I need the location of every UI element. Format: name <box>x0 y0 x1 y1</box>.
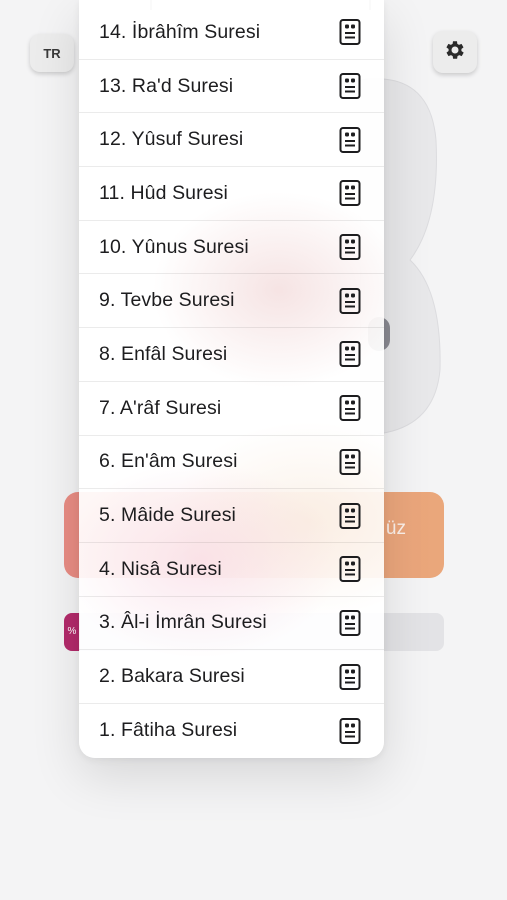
menu-item[interactable]: 13. Ra'd Suresi <box>79 60 384 114</box>
menu-item-label: 9. Tevbe Suresi <box>99 289 235 312</box>
book-icon <box>338 18 362 46</box>
menu-item-label: 6. En'âm Suresi <box>99 450 238 473</box>
language-label: TR <box>43 45 61 61</box>
menu-item[interactable]: 1. Fâtiha Suresi <box>79 704 384 758</box>
menu-item-label: 1. Fâtiha Suresi <box>99 719 238 742</box>
menu-item[interactable]: 12. Yûsuf Suresi <box>79 113 384 168</box>
book-icon <box>338 72 362 100</box>
menu-item[interactable]: 2. Bakara Suresi <box>79 650 384 704</box>
menu-item[interactable]: 9. Tevbe Suresi <box>79 274 384 329</box>
book-icon <box>338 717 362 745</box>
book-icon <box>338 663 362 691</box>
menu-item-label: 2. Bakara Suresi <box>99 665 245 688</box>
progress-badge: % <box>64 613 80 651</box>
menu-item-label: 7. A'râf Suresi <box>99 396 222 419</box>
surah-list: 14. İbrâhîm Suresi 13. Ra'd Suresi 12. Yûs… <box>79 6 384 758</box>
menu-item[interactable]: 7. A'râf Suresi <box>79 382 384 436</box>
menu-item[interactable]: 11. Hûd Suresi <box>79 167 384 221</box>
book-icon <box>338 502 362 530</box>
menu-item-label: 11. Hûd Suresi <box>99 181 228 204</box>
book-icon <box>338 394 362 422</box>
book-icon <box>338 448 362 476</box>
menu-item[interactable]: 6. En'âm Suresi <box>79 436 384 490</box>
menu-item-label: 13. Ra'd Suresi <box>99 74 234 97</box>
menu-item[interactable]: 5. Mâide Suresi <box>79 489 384 543</box>
menu-item-label: 3. Âl-i İmrân Suresi <box>99 611 267 634</box>
menu-item-label: 8. Enfâl Suresi <box>99 342 228 365</box>
menu-item-label: 12. Yûsuf Suresi <box>99 128 244 151</box>
book-icon <box>338 179 362 207</box>
menu-item[interactable]: 14. İbrâhîm Suresi <box>79 6 384 60</box>
book-icon <box>338 609 362 637</box>
menu-item-label: 14. İbrâhîm Suresi <box>99 20 261 43</box>
language-button[interactable]: TR <box>30 34 74 72</box>
book-icon <box>338 126 362 154</box>
book-icon <box>338 287 362 315</box>
menu-item-label: 5. Mâide Suresi <box>99 504 236 527</box>
menu-item[interactable]: 4. Nisâ Suresi <box>79 543 384 597</box>
gear-icon <box>443 38 467 67</box>
menu-item[interactable]: 10. Yûnus Suresi <box>79 221 384 275</box>
menu-item-label: 4. Nisâ Suresi <box>99 557 222 580</box>
menu-item-label: 10. Yûnus Suresi <box>99 235 249 258</box>
book-icon <box>338 340 362 368</box>
surah-dropdown-menu: 14. İbrâhîm Suresi 13. Ra'd Suresi 12. Yûs… <box>79 0 384 758</box>
book-icon <box>338 555 362 583</box>
settings-button[interactable] <box>433 31 477 73</box>
menu-item[interactable]: 8. Enfâl Suresi <box>79 328 384 382</box>
book-icon <box>338 233 362 261</box>
banner-text: üz <box>385 518 406 539</box>
menu-item[interactable]: 3. Âl-i İmrân Suresi <box>79 597 384 651</box>
